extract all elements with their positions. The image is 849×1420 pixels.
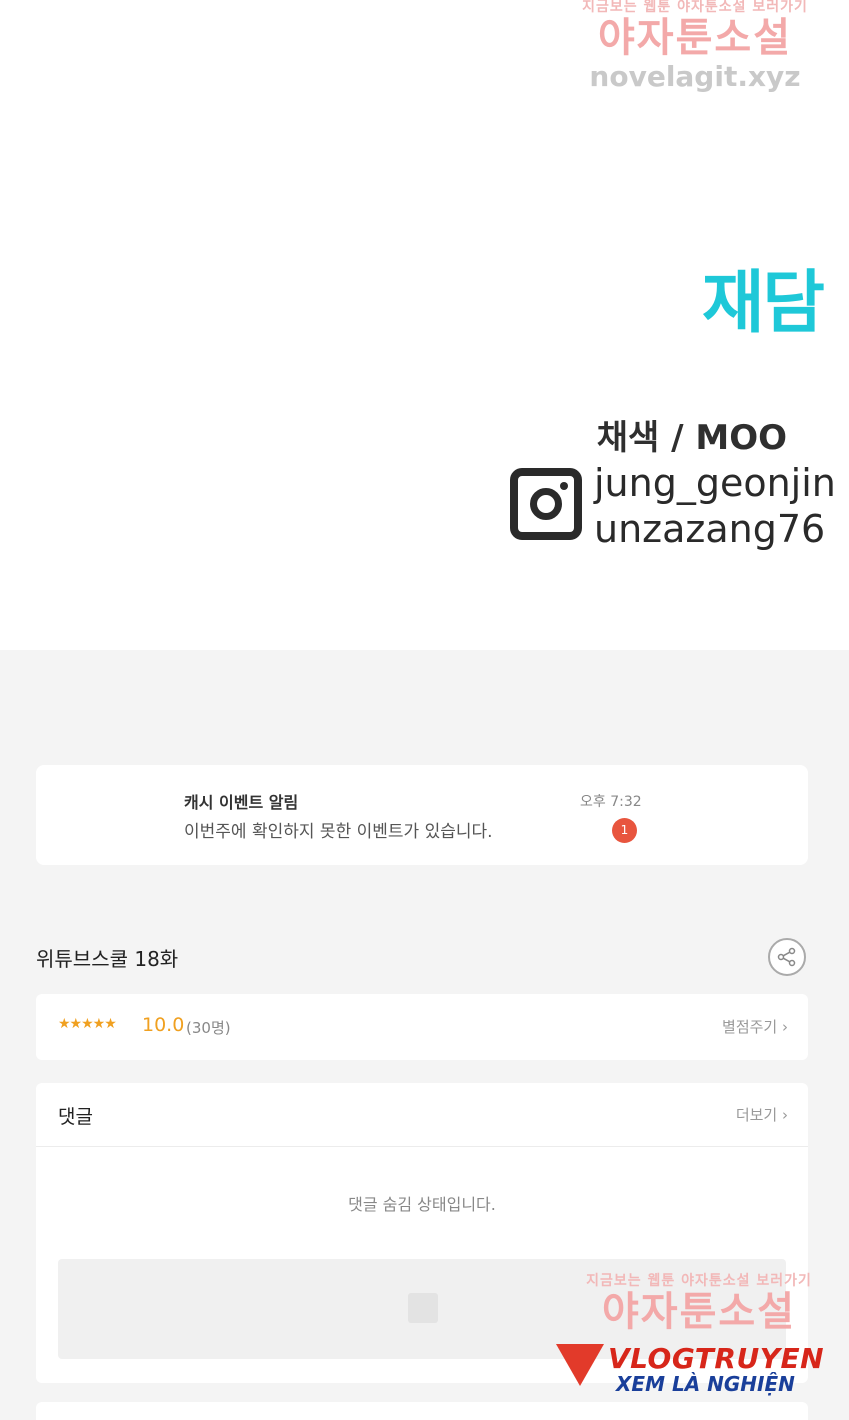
- colorist-credit: 채색 / MOO: [596, 418, 787, 458]
- comments-hidden-message: 댓글 숨김 상태입니다.: [348, 1195, 496, 1214]
- instagram-icon: [510, 468, 582, 540]
- watermark-brand: 야자툰소설: [598, 15, 792, 61]
- vlogtruyen-name: VLOGTRUYEN: [608, 1342, 825, 1375]
- notification-badge: 1: [612, 818, 637, 843]
- rating-count: (30명): [186, 1019, 231, 1037]
- comments-more-button[interactable]: 더보기 ›: [736, 1104, 788, 1125]
- episode-title: 위튜브스쿨 18화: [36, 947, 179, 971]
- watermark-top: 지금보는 웹툰 야자툰소설 보러가기 야자툰소설 novelagit.xyz: [575, 0, 815, 92]
- comments-title: 댓글: [58, 1106, 93, 1128]
- next-section-card: [36, 1402, 808, 1420]
- rate-button[interactable]: 별점주기 ›: [722, 1016, 788, 1037]
- rating-stars-icon: ★★★★★: [58, 1016, 117, 1032]
- share-button[interactable]: [768, 938, 806, 976]
- share-icon: [777, 947, 796, 967]
- instagram-handle: unzazang76: [594, 507, 826, 551]
- watermark-brand: 야자툰소설: [602, 1289, 796, 1335]
- rating-card: ★★★★★ 10.0 (30명) 별점주기 ›: [36, 994, 808, 1060]
- watermark-tagline: 지금보는 웹툰 야자툰소설 보러가기: [586, 1273, 812, 1289]
- vlogtruyen-watermark: VLOGTRUYEN XEM LÀ NGHIỆN: [556, 1342, 832, 1398]
- watermark-tagline: 지금보는 웹툰 야자툰소설 보러가기: [582, 0, 808, 15]
- comment-placeholder-icon: [408, 1293, 438, 1323]
- notification-title: 캐시 이벤트 알림: [184, 793, 299, 812]
- instagram-handle: jung_geonjin: [594, 461, 836, 505]
- comments-section: 댓글 더보기 › 댓글 숨김 상태입니다.: [36, 1083, 808, 1383]
- cash-event-notification[interactable]: 캐시 이벤트 알림 이번주에 확인하지 못한 이벤트가 있습니다. 오후 7:3…: [36, 765, 808, 865]
- vlogtruyen-logo-icon: [556, 1344, 604, 1386]
- vlogtruyen-slogan: XEM LÀ NGHIỆN: [616, 1372, 795, 1396]
- watermark-url: novelagit.xyz: [589, 60, 801, 93]
- notification-body: 이번주에 확인하지 못한 이벤트가 있습니다.: [184, 822, 493, 842]
- studio-logo: 재담: [701, 264, 825, 343]
- watermark-bottom: 지금보는 웹툰 야자툰소설 보러가기 야자툰소설: [574, 1274, 824, 1336]
- rating-score: 10.0: [142, 1014, 185, 1036]
- notification-time: 오후 7:32: [580, 794, 642, 810]
- comic-credits-panel: 지금보는 웹툰 야자툰소설 보러가기 야자툰소설 novelagit.xyz 재…: [0, 0, 849, 650]
- comments-header: 댓글 더보기 ›: [36, 1083, 808, 1147]
